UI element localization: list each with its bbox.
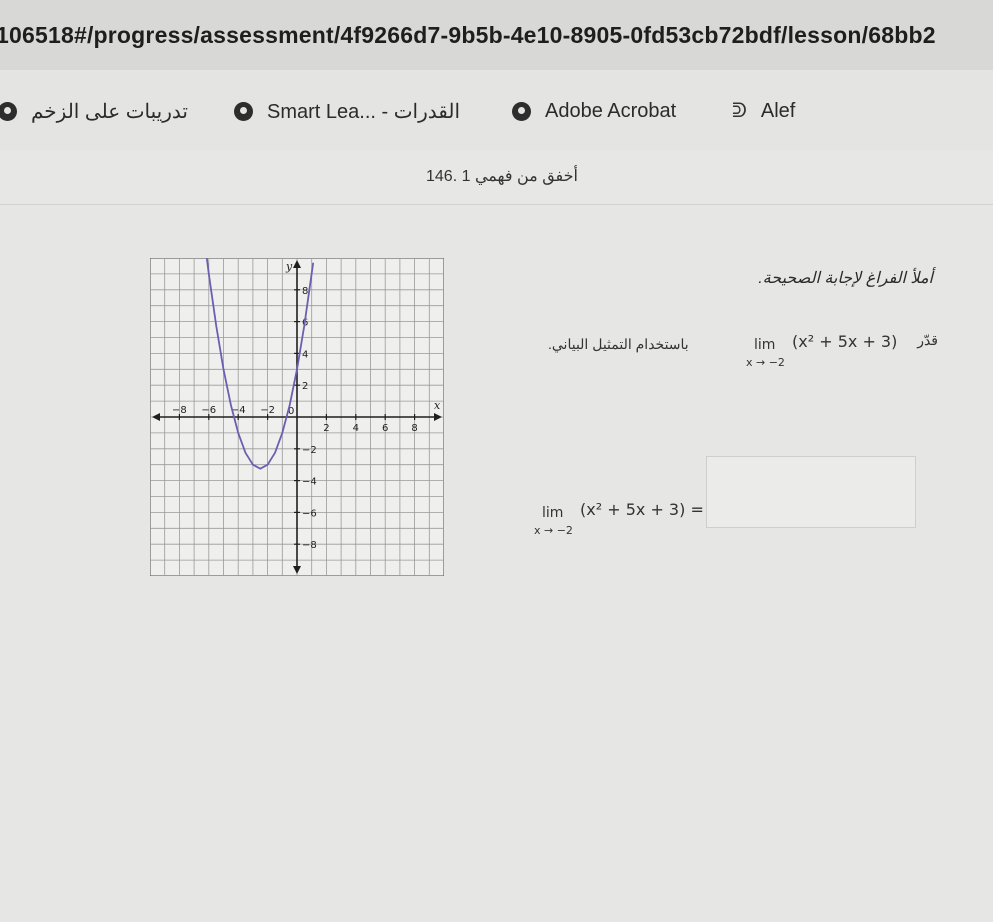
x-tick-label: −8 xyxy=(172,405,187,416)
bookmark-smart-learning[interactable]: Smart Lea... - القدرات xyxy=(234,98,460,124)
bookmark-alef[interactable]: ᕲ Alef xyxy=(732,98,795,124)
prompt-estimate: قدّر xyxy=(917,332,938,348)
x-tick-label: −2 xyxy=(260,405,275,416)
limit-function: (x² + 5x + 3) xyxy=(792,332,898,351)
breadcrumb-text: 146. 1 أخفق من فهمي xyxy=(426,168,578,185)
globe-icon xyxy=(234,101,253,121)
limit-label: lim xyxy=(754,337,776,353)
bookmark-training[interactable]: تدريبات على الزخم xyxy=(0,98,188,124)
answer-limit-expression: lim x → −2 (x² + 5x + 3) = xyxy=(534,500,704,537)
y-tick-label: −2 xyxy=(302,445,317,456)
bookmark-label: Smart Lea... - القدرات xyxy=(267,100,461,123)
bookmark-label: تدريبات على الزخم xyxy=(31,100,188,123)
x-tick-label: 4 xyxy=(353,423,359,434)
graph-svg: −8 −6 −4 −22 4 6 8−8−6−4−224680 xy xyxy=(149,257,445,577)
x-tick-label: 8 xyxy=(411,423,417,434)
y-tick-label: 2 xyxy=(302,381,308,392)
limit-subscript: x → −2 xyxy=(746,356,785,369)
y-tick-label: 8 xyxy=(302,286,308,297)
limit-subscript: x → −2 xyxy=(534,524,573,537)
bookmark-label: Alef xyxy=(760,99,796,122)
y-tick-label: −8 xyxy=(302,540,317,551)
alef-icon: ᕲ xyxy=(732,99,747,122)
question-prompt: باستخدام التمثيل البياني. lim x → −2 (x²… xyxy=(548,328,938,388)
y-tick-label: 4 xyxy=(302,349,308,360)
answer-function: (x² + 5x + 3) = xyxy=(580,500,704,519)
address-bar[interactable]: 106518#/progress/assessment/4f9266d7-9b5… xyxy=(0,0,993,71)
bookmark-adobe-acrobat[interactable]: Adobe Acrobat xyxy=(512,98,676,124)
prompt-using-graph: باستخدام التمثيل البياني. xyxy=(548,336,689,352)
answer-row: lim x → −2 (x² + 5x + 3) = xyxy=(534,456,918,540)
x-tick-label: −6 xyxy=(201,405,216,416)
y-tick-label: −6 xyxy=(302,508,317,519)
limit-label: lim xyxy=(542,505,564,521)
breadcrumb: 146. 1 أخفق من فهمي xyxy=(0,150,993,205)
function-graph: −8 −6 −4 −2 2 4 6 8 −8 −6 −4 −2 2 4 6 8 0 x y xyxy=(149,257,445,577)
bookmarks-bar: تدريبات على الزخم Smart Lea... - القدرات… xyxy=(0,70,993,151)
question-instruction: أملأ الفراغ لإجابة الصحيحة. xyxy=(758,270,933,287)
globe-icon xyxy=(0,101,17,121)
y-tick-label: −4 xyxy=(302,477,317,488)
x-tick-label: 6 xyxy=(382,423,388,434)
x-tick-label: 2 xyxy=(323,423,329,434)
x-axis-label: x xyxy=(434,399,441,412)
answer-input[interactable] xyxy=(706,456,916,528)
globe-icon xyxy=(512,101,531,121)
y-axis-label: y xyxy=(285,260,293,273)
bookmark-label: Adobe Acrobat xyxy=(545,99,677,122)
limit-expression: lim x → −2 (x² + 5x + 3) xyxy=(746,332,897,369)
url-text: 106518#/progress/assessment/4f9266d7-9b5… xyxy=(0,22,936,48)
